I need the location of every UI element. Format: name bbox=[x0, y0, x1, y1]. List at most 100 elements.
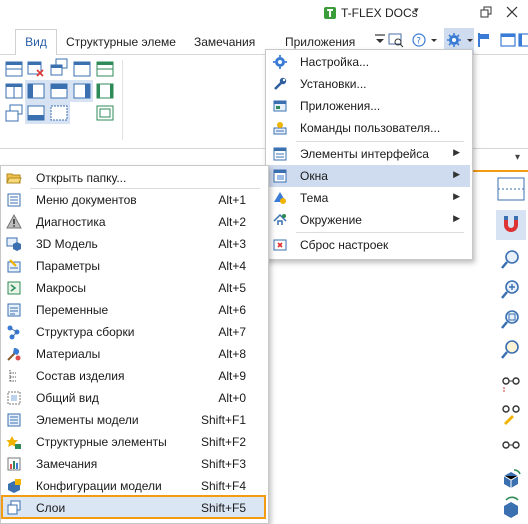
tab-notes[interactable]: Замечания bbox=[194, 33, 255, 53]
menu-item-diagnostics[interactable]: Диагностика Alt+2 bbox=[1, 211, 266, 233]
menu-item-options[interactable]: Установки... bbox=[266, 73, 470, 95]
title-bar bbox=[0, 0, 528, 28]
glasses-pencil-icon[interactable] bbox=[500, 403, 522, 425]
user-commands-icon bbox=[273, 122, 287, 135]
flag-icon[interactable] bbox=[476, 31, 492, 49]
window-bottom-panel-icon[interactable] bbox=[27, 104, 45, 122]
folder-open-icon bbox=[6, 173, 22, 184]
window-dashed-panel-icon[interactable] bbox=[50, 104, 68, 122]
menu-item-label: Структура сборки bbox=[36, 325, 135, 339]
rotate-cube-icon[interactable] bbox=[500, 468, 522, 490]
menu-item-model-configurations[interactable]: Конфигурации модели Shift+F4 bbox=[1, 475, 266, 497]
menu-item-label: Состав изделия bbox=[36, 369, 125, 383]
window-left-panel-icon[interactable] bbox=[27, 82, 45, 100]
menu-item-shortcut: Alt+1 bbox=[218, 193, 246, 207]
menu-item-shortcut: Shift+F4 bbox=[200, 479, 246, 493]
menu-item-settings[interactable]: Настройка... bbox=[266, 51, 470, 73]
app-title[interactable]: T-FLEX DOCs bbox=[341, 6, 418, 20]
menu-item-shortcut: Shift+F2 bbox=[200, 435, 246, 449]
menu-item-environment[interactable]: Окружение ▶ bbox=[266, 209, 470, 231]
restore-window-icon[interactable] bbox=[478, 4, 494, 20]
menu-item-model-elements[interactable]: Элементы модели Shift+F1 bbox=[1, 409, 266, 431]
menu-item-structural-elements[interactable]: Структурные элементы Shift+F2 bbox=[1, 431, 266, 453]
windows-icon bbox=[273, 169, 287, 183]
menu-item-label: Окна bbox=[300, 169, 328, 183]
assembly-structure-icon bbox=[7, 325, 20, 340]
menu-item-3d-model[interactable]: 3D Модель Alt+3 bbox=[1, 233, 266, 255]
menu-item-parameters[interactable]: Параметры Alt+4 bbox=[1, 255, 266, 277]
window-both-panels-icon[interactable] bbox=[96, 82, 114, 100]
document-menu-icon bbox=[7, 193, 21, 207]
menu-item-applications[interactable]: Приложения... bbox=[266, 95, 470, 117]
model-elements-icon bbox=[7, 413, 21, 427]
menu-item-shortcut: Alt+8 bbox=[218, 347, 246, 361]
menu-item-user-commands[interactable]: Команды пользователя... bbox=[266, 117, 470, 139]
reset-icon bbox=[273, 239, 287, 251]
menu-item-shortcut: Alt+6 bbox=[218, 303, 246, 317]
help-icon[interactable]: ? bbox=[411, 31, 427, 49]
close-window-icon[interactable] bbox=[504, 4, 520, 20]
menu-item-open-folder[interactable]: Открыть папку... bbox=[1, 167, 266, 189]
menu-item-general-view[interactable]: Общий вид Alt+0 bbox=[1, 387, 266, 409]
gear-icon[interactable] bbox=[446, 31, 462, 49]
svg-text:?: ? bbox=[416, 37, 421, 47]
window-cascade-icon[interactable] bbox=[5, 104, 23, 122]
panel-toggle-icon[interactable] bbox=[497, 177, 525, 201]
window-frame-icon[interactable] bbox=[96, 104, 114, 122]
menu-item-label: Настройка... bbox=[300, 55, 370, 69]
menu-item-notes[interactable]: Замечания Shift+F3 bbox=[1, 453, 266, 475]
rotate-view-icon[interactable] bbox=[500, 496, 522, 518]
menu-item-label: Тема bbox=[300, 191, 329, 205]
menu-item-macros[interactable]: Макросы Alt+5 bbox=[1, 277, 266, 299]
submenu-arrow-icon: ▶ bbox=[453, 169, 460, 179]
warning-icon bbox=[6, 214, 22, 229]
menu-item-label: Элементы модели bbox=[36, 413, 139, 427]
window-single-icon[interactable] bbox=[73, 60, 91, 78]
window-arrange-icon[interactable] bbox=[50, 58, 68, 76]
window-right-panel-icon[interactable] bbox=[73, 82, 91, 100]
menu-item-label: Слои bbox=[36, 501, 66, 515]
panel-layout-icon[interactable] bbox=[500, 31, 516, 49]
app-title-caret-icon[interactable]: ▾ bbox=[414, 5, 419, 16]
glasses-outline-icon[interactable] bbox=[500, 433, 522, 455]
environment-icon bbox=[273, 213, 287, 225]
tab-view[interactable]: Вид bbox=[15, 29, 57, 56]
menu-item-theme[interactable]: Тема ▶ bbox=[266, 187, 470, 209]
menu-item-variables[interactable]: Переменные Alt+6 bbox=[1, 299, 266, 321]
menu-item-shortcut: Alt+3 bbox=[218, 237, 246, 251]
variables-icon bbox=[7, 303, 21, 317]
menu-item-product-composition[interactable]: Состав изделия Alt+9 bbox=[1, 365, 266, 387]
menu-item-document-menu[interactable]: Меню документов Alt+1 bbox=[1, 189, 266, 211]
window-top-panel-icon[interactable] bbox=[50, 82, 68, 100]
ribbon-collapse-caret-icon[interactable]: ▾ bbox=[515, 152, 520, 163]
zoom-icon[interactable] bbox=[500, 248, 522, 270]
window-tile-horizontal-icon[interactable] bbox=[5, 60, 23, 78]
window-split-icon[interactable] bbox=[96, 60, 114, 78]
menu-item-windows[interactable]: Окна ▶ bbox=[266, 165, 470, 187]
menu-item-shortcut: Shift+F5 bbox=[200, 501, 246, 515]
menu-item-label: Структурные элементы bbox=[36, 435, 167, 449]
menu-item-layers[interactable]: Слои Shift+F5 bbox=[1, 497, 266, 519]
menu-item-shortcut: Alt+7 bbox=[218, 325, 246, 339]
menu-item-label: Команды пользователя... bbox=[300, 121, 441, 135]
help-dropdown-caret-icon[interactable] bbox=[426, 31, 442, 49]
menu-item-materials[interactable]: Материалы Alt+8 bbox=[1, 343, 266, 365]
menu-item-reset-settings[interactable]: Сброс настроек bbox=[266, 234, 470, 256]
glasses-icon[interactable] bbox=[500, 373, 522, 395]
zoom-fit-icon[interactable] bbox=[500, 308, 522, 330]
menu-item-label: Макросы bbox=[36, 281, 87, 295]
close-all-windows-icon[interactable] bbox=[27, 60, 45, 78]
window-columns-icon[interactable] bbox=[5, 82, 23, 100]
panel-side-icon[interactable] bbox=[516, 31, 528, 49]
zoom-in-icon[interactable] bbox=[500, 278, 522, 300]
tab-structural-elements[interactable]: Структурные элеме bbox=[66, 33, 178, 53]
magnet-icon[interactable] bbox=[500, 213, 522, 235]
zoom-window-icon[interactable] bbox=[500, 338, 522, 360]
search-window-icon[interactable] bbox=[388, 31, 404, 49]
menu-item-interface-elements[interactable]: Элементы интерфейса ▶ bbox=[266, 143, 470, 165]
menu-item-assembly-structure[interactable]: Структура сборки Alt+7 bbox=[1, 321, 266, 343]
menu-item-label: Установки... bbox=[300, 77, 367, 91]
menu-item-label: Окружение bbox=[300, 213, 362, 227]
menu-separator bbox=[296, 232, 464, 233]
dropdown-arrow-icon[interactable] bbox=[372, 31, 388, 49]
